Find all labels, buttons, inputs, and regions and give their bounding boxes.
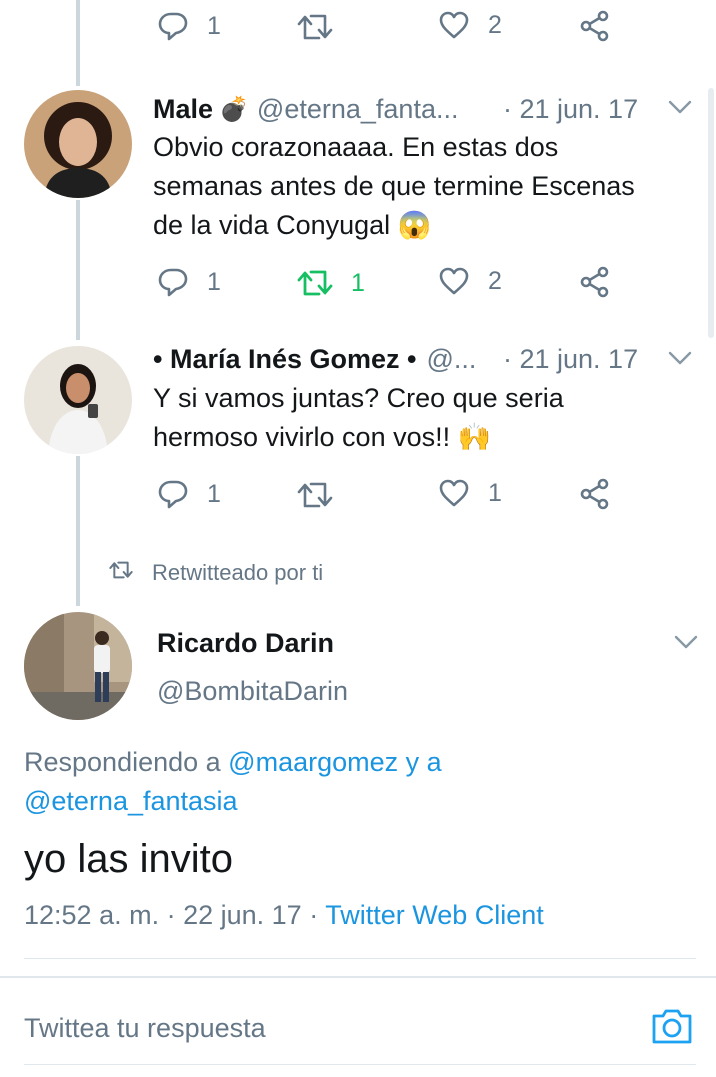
share-icon bbox=[579, 478, 611, 510]
reply-count: 1 bbox=[207, 11, 221, 40]
mention-link[interactable]: @maargomez bbox=[228, 747, 398, 777]
retweet-button[interactable]: 1 bbox=[297, 268, 365, 298]
user-handle[interactable]: @... bbox=[427, 344, 477, 375]
replying-conjunction[interactable]: y a bbox=[398, 747, 442, 777]
tweet-date: · 22 jun. 17 · bbox=[166, 900, 319, 930]
reply-count: 1 bbox=[207, 479, 221, 508]
like-button[interactable]: 2 bbox=[438, 10, 502, 40]
retweet-count: 1 bbox=[351, 268, 365, 297]
camera-icon bbox=[650, 1009, 694, 1050]
tweet-text-line: Obvio corazonaaaa. En estas dos bbox=[153, 132, 559, 162]
tweet-text-line: semanas antes de que termine Escenas bbox=[153, 171, 635, 201]
bomb-emoji: 💣 bbox=[219, 95, 249, 123]
share-icon bbox=[579, 10, 611, 42]
chevron-down-icon bbox=[673, 635, 699, 654]
camera-button[interactable] bbox=[650, 1006, 694, 1051]
chevron-down-icon bbox=[667, 100, 693, 119]
reply-icon bbox=[157, 478, 189, 510]
main-tweet-text: yo las invito bbox=[24, 837, 233, 881]
tweet-date[interactable]: · 21 jun. 17 bbox=[503, 90, 638, 128]
reply-icon bbox=[157, 10, 189, 42]
retweet-icon bbox=[297, 268, 333, 298]
heart-icon bbox=[438, 266, 470, 296]
retweet-icon bbox=[297, 480, 333, 510]
tweet-menu-button[interactable] bbox=[673, 634, 699, 655]
thread-line bbox=[76, 0, 80, 86]
avatar[interactable] bbox=[24, 90, 132, 198]
like-count: 1 bbox=[488, 478, 502, 507]
retweet-icon bbox=[108, 560, 134, 586]
like-button[interactable]: 1 bbox=[438, 478, 502, 508]
tweet-text: Obvio corazonaaaa. En estas dos semanas … bbox=[153, 128, 693, 245]
retweeted-by-label: Retwitteado por ti bbox=[152, 560, 324, 585]
raising-hands-emoji: 🙌 bbox=[457, 422, 492, 452]
retweeted-by: Retwitteado por ti bbox=[108, 560, 323, 586]
replying-prefix: Respondiendo a bbox=[24, 747, 229, 777]
reply-count: 1 bbox=[207, 267, 221, 296]
reply-button[interactable]: 1 bbox=[157, 10, 221, 42]
share-icon bbox=[579, 266, 611, 298]
share-button[interactable] bbox=[579, 478, 611, 510]
reply-input[interactable]: Twittea tu respuesta bbox=[24, 1008, 624, 1048]
tweet-menu-button[interactable] bbox=[667, 350, 693, 371]
user-handle[interactable]: @eterna_fanta... bbox=[257, 94, 459, 125]
scrollbar[interactable] bbox=[708, 88, 714, 338]
tweet-text-line: hermoso vivirlo con vos!! 🙌 bbox=[153, 422, 492, 452]
tweet-text: Y si vamos juntas? Creo que seria hermos… bbox=[153, 379, 693, 457]
like-count: 2 bbox=[488, 266, 502, 295]
divider bbox=[24, 1064, 696, 1065]
tweet-time: 12:52 a. m. bbox=[24, 900, 160, 930]
thread-line bbox=[76, 200, 80, 340]
retweet-button[interactable] bbox=[297, 480, 333, 510]
user-name[interactable]: • María Inés Gomez • bbox=[153, 344, 417, 375]
reply-button[interactable]: 1 bbox=[157, 478, 221, 510]
like-button[interactable]: 2 bbox=[438, 266, 502, 296]
user-name[interactable]: Male bbox=[153, 94, 213, 125]
mention-link[interactable]: @eterna_fantasia bbox=[24, 786, 238, 816]
reply-button[interactable]: 1 bbox=[157, 266, 221, 298]
divider bbox=[0, 976, 716, 978]
tweet-header: Male 💣 @eterna_fanta... bbox=[153, 90, 458, 128]
tweet-text-line: Y si vamos juntas? Creo que seria bbox=[153, 383, 564, 413]
like-count: 2 bbox=[488, 10, 502, 39]
user-handle[interactable]: @BombitaDarin bbox=[157, 672, 348, 710]
thread-line bbox=[76, 456, 80, 606]
retweet-button[interactable] bbox=[297, 12, 333, 42]
reply-icon bbox=[157, 266, 189, 298]
retweet-icon bbox=[297, 12, 333, 42]
tweet-client-link[interactable]: Twitter Web Client bbox=[325, 900, 544, 930]
tweet-header: • María Inés Gomez • @... bbox=[153, 340, 476, 378]
tweet-menu-button[interactable] bbox=[667, 99, 693, 120]
tweet-date[interactable]: · 21 jun. 17 bbox=[503, 340, 638, 378]
tweet-text-line: de la vida Conyugal 😱 bbox=[153, 210, 432, 240]
avatar[interactable] bbox=[24, 612, 132, 720]
replying-to: Respondiendo a @maargomez y a @eterna_fa… bbox=[24, 743, 684, 821]
avatar[interactable] bbox=[24, 346, 132, 454]
chevron-down-icon bbox=[667, 351, 693, 370]
share-button[interactable] bbox=[579, 10, 611, 42]
heart-icon bbox=[438, 478, 470, 508]
divider bbox=[24, 958, 696, 959]
share-button[interactable] bbox=[579, 266, 611, 298]
tweet-metadata: 12:52 a. m. · 22 jun. 17 · Twitter Web C… bbox=[24, 896, 544, 934]
user-name[interactable]: Ricardo Darin bbox=[157, 624, 334, 662]
reply-input-placeholder: Twittea tu respuesta bbox=[24, 1013, 266, 1043]
scream-emoji: 😱 bbox=[397, 210, 432, 240]
heart-icon bbox=[438, 10, 470, 40]
